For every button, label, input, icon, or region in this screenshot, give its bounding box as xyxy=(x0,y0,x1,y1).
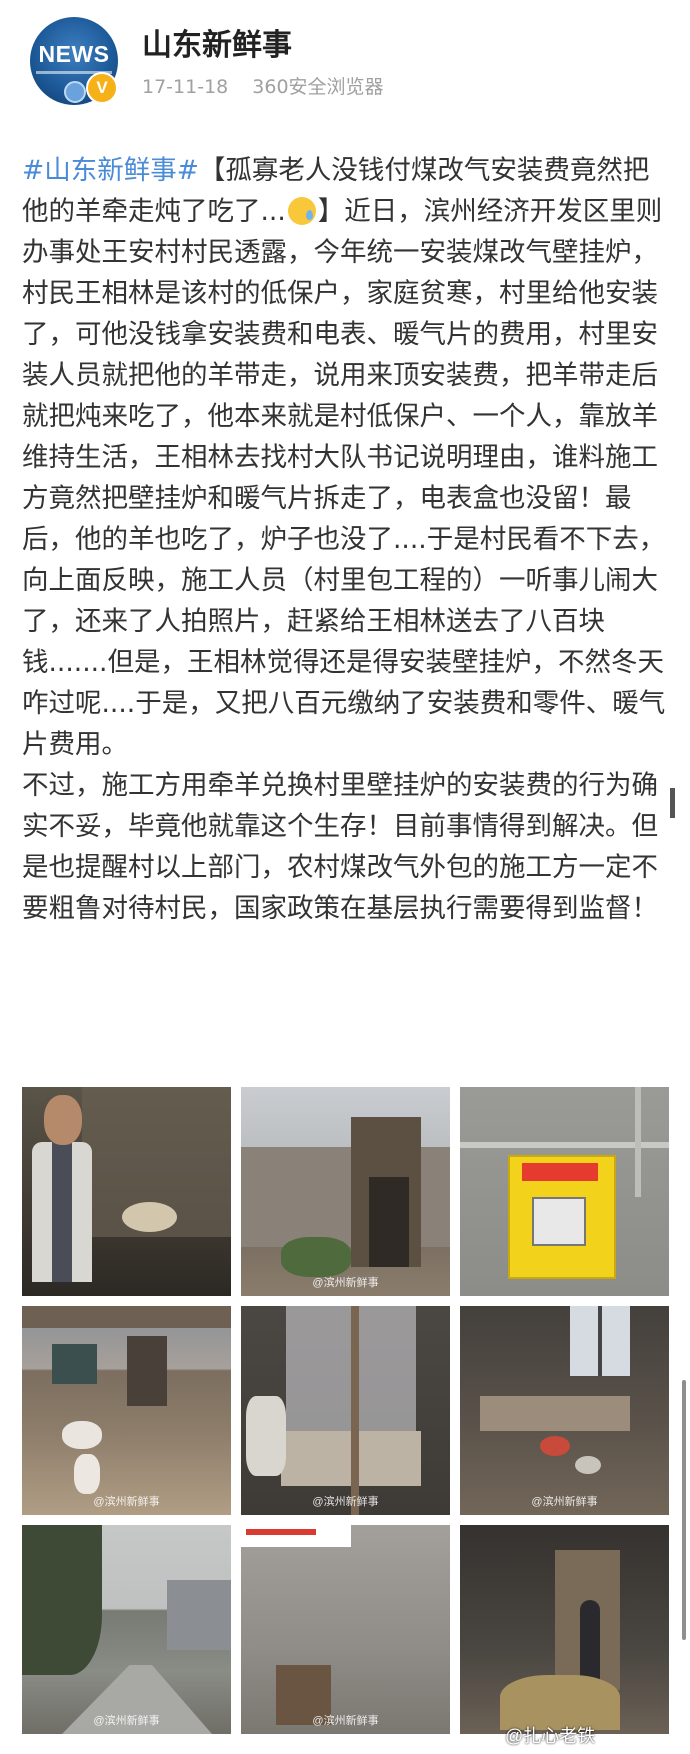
photo-kitchen[interactable]: @滨州新鲜事 xyxy=(460,1306,669,1515)
post-text-1b: 】近日，滨州经济开发区里则办事处王安村村民透露，今年统一安装煤改气壁挂炉，村民王… xyxy=(22,196,666,760)
photo-watermark: @滨州新鲜事 xyxy=(312,1277,379,1289)
avatar-news-text: NEWS xyxy=(38,41,110,67)
post-meta: 17-11-18 360安全浏览器 xyxy=(142,72,402,99)
verified-badge-icon: V xyxy=(86,72,118,104)
photo-bed-with-net[interactable]: @滨州新鲜事 xyxy=(241,1306,450,1515)
post-source: 360安全浏览器 xyxy=(252,76,384,98)
post-body: #山东新鲜事#【孤寡老人没钱付煤改气安装费竟然把他的羊牵走炖了吃了... 】近日，… xyxy=(22,150,672,929)
post-date: 17-11-18 xyxy=(142,76,229,98)
username[interactable]: 山东新鲜事 xyxy=(142,20,292,64)
globe-icon xyxy=(64,81,86,103)
photo-village-road[interactable]: @滨州新鲜事 xyxy=(22,1525,231,1734)
text-cursor-marker xyxy=(670,788,675,818)
photo-watermark: @滨州新鲜事 xyxy=(93,1496,160,1508)
photo-gas-meter-box[interactable] xyxy=(460,1087,669,1296)
photo-dark-room[interactable] xyxy=(460,1525,669,1734)
photo-watermark: @滨州新鲜事 xyxy=(312,1715,379,1727)
photo-house-with-goats[interactable]: @滨州新鲜事 xyxy=(22,1306,231,1515)
photo-watermark: @滨州新鲜事 xyxy=(312,1496,379,1508)
post-paragraph-2: 不过，施工方用牵羊兑换村里壁挂炉的安装费的行为确实不妥，毕竟他就靠这个生存！目前… xyxy=(22,770,658,924)
photo-courtyard-gate[interactable]: @滨州新鲜事 xyxy=(241,1087,450,1296)
photo-concrete-wall[interactable]: @滨州新鲜事 xyxy=(241,1525,450,1734)
post-header: NEWS V 山东新鲜事 17-11-18 360安全浏览器 xyxy=(0,0,690,120)
photo-watermark: @滨州新鲜事 xyxy=(93,1715,160,1727)
scrollbar[interactable] xyxy=(682,1380,686,1640)
post-paragraph-1: #山东新鲜事#【孤寡老人没钱付煤改气安装费竟然把他的羊牵走炖了吃了... 】近日，… xyxy=(22,150,672,765)
photo-watermark: @滨州新鲜事 xyxy=(531,1496,598,1508)
photo-old-man-with-sheep[interactable] xyxy=(22,1087,231,1296)
image-grid: @滨州新鲜事 @滨州新鲜事 @滨州新鲜事 @滨州新鲜事 @滨州新鲜事 @滨州新鲜… xyxy=(22,1087,669,1737)
sweat-emoji-icon xyxy=(287,197,316,225)
bottom-watermark: @扎心老铁 xyxy=(505,1726,596,1746)
hashtag-link[interactable]: #山东新鲜事# xyxy=(22,155,199,186)
